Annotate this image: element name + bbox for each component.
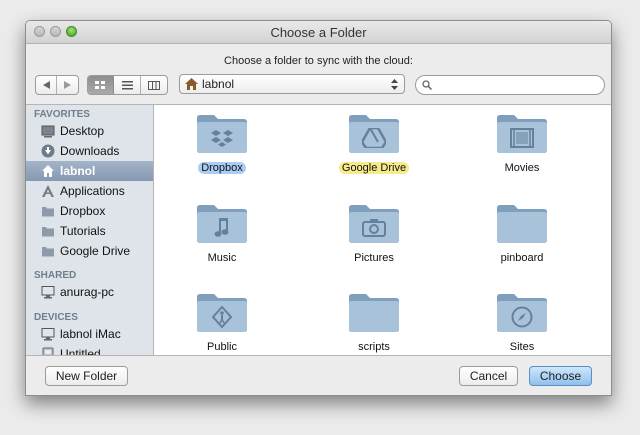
sidebar-item-applications[interactable]: Applications bbox=[26, 181, 153, 201]
location-label: labnol bbox=[202, 77, 235, 91]
compass-icon bbox=[495, 298, 549, 336]
folder-item[interactable]: Music bbox=[162, 199, 282, 279]
search-icon bbox=[422, 80, 432, 90]
sidebar-item-tutorials[interactable]: Tutorials bbox=[26, 221, 153, 241]
folder-label: pinboard bbox=[500, 252, 544, 264]
columns-icon bbox=[148, 80, 160, 90]
choose-button[interactable]: Choose bbox=[529, 366, 592, 386]
sidebar-item-labnol[interactable]: labnol bbox=[26, 161, 153, 181]
dropbox-icon bbox=[195, 119, 249, 157]
back-arrow-icon bbox=[42, 81, 50, 89]
folder-item[interactable]: Google Drive bbox=[314, 109, 434, 189]
folder-icon bbox=[347, 298, 401, 336]
title-bar: Choose a Folder bbox=[26, 21, 611, 44]
folder-item[interactable]: Sites bbox=[462, 288, 582, 355]
icon-view-button[interactable] bbox=[88, 76, 114, 94]
shared-header: SHARED bbox=[34, 270, 77, 281]
devices-header: DEVICES bbox=[34, 312, 78, 323]
folder-label: Google Drive bbox=[338, 162, 410, 174]
folder-label: Pictures bbox=[354, 252, 394, 264]
sidebar-item-dropbox[interactable]: Dropbox bbox=[26, 201, 153, 221]
applications-icon bbox=[42, 185, 54, 197]
folder-icon bbox=[42, 207, 54, 217]
search-input[interactable] bbox=[436, 78, 600, 94]
search-field[interactable] bbox=[415, 75, 605, 95]
list-icon bbox=[121, 80, 133, 89]
sidebar-item-downloads[interactable]: Downloads bbox=[26, 141, 153, 161]
sidebar-item-desktop[interactable]: Desktop bbox=[26, 121, 153, 141]
folder-label: Public bbox=[207, 341, 237, 353]
history-nav bbox=[35, 75, 79, 95]
home-icon bbox=[42, 165, 54, 177]
pc-icon bbox=[41, 286, 55, 299]
icon-grid-icon bbox=[95, 80, 105, 89]
folder-label: Dropbox bbox=[198, 162, 246, 174]
imac-icon bbox=[41, 328, 55, 341]
folder-icon bbox=[42, 247, 54, 257]
public-icon bbox=[195, 298, 249, 336]
folder-item[interactable]: Movies bbox=[462, 109, 582, 189]
folder-item[interactable]: pinboard bbox=[462, 199, 582, 279]
folder-label: Music bbox=[207, 252, 237, 264]
folder-label: Sites bbox=[509, 341, 535, 353]
window-title: Choose a Folder bbox=[270, 25, 367, 40]
location-popup[interactable]: labnol bbox=[179, 74, 405, 94]
sidebar-item-google-drive[interactable]: Google Drive bbox=[26, 241, 153, 261]
folder-item[interactable]: Public bbox=[162, 288, 282, 355]
film-icon bbox=[495, 119, 549, 157]
forward-arrow-icon bbox=[64, 81, 71, 89]
google-drive-icon bbox=[347, 119, 401, 157]
disk-icon bbox=[42, 347, 54, 355]
folder-item[interactable]: scripts bbox=[314, 288, 434, 355]
music-note-icon bbox=[195, 209, 249, 247]
list-view-button[interactable] bbox=[114, 76, 141, 94]
dialog-footer: New Folder Cancel Choose bbox=[26, 355, 611, 395]
back-button[interactable] bbox=[36, 76, 57, 94]
folder-browser: Dropbox Google Drive Movies Music Pictures pi… bbox=[154, 104, 611, 355]
folder-item[interactable]: Pictures bbox=[314, 199, 434, 279]
choose-folder-dialog: Choose a Folder Choose a folder to sync … bbox=[25, 20, 612, 396]
downloads-icon bbox=[41, 144, 55, 158]
sidebar-item-anurag-pc[interactable]: anurag-pc bbox=[26, 282, 153, 302]
new-folder-button[interactable]: New Folder bbox=[45, 366, 128, 386]
home-icon bbox=[185, 78, 198, 90]
sidebar: FAVORITES Desktop Downloads labnol Appli… bbox=[26, 104, 154, 355]
folder-icon bbox=[42, 227, 54, 237]
camera-icon bbox=[347, 209, 401, 247]
favorites-header: FAVORITES bbox=[34, 109, 90, 120]
column-view-button[interactable] bbox=[141, 76, 167, 94]
cancel-button[interactable]: Cancel bbox=[459, 366, 518, 386]
desktop-icon bbox=[41, 125, 55, 138]
folder-label: scripts bbox=[358, 341, 390, 353]
chevron-updown-icon bbox=[391, 79, 398, 90]
folder-label: Movies bbox=[504, 162, 540, 174]
folder-item[interactable]: Dropbox bbox=[162, 109, 282, 189]
folder-icon bbox=[495, 209, 549, 247]
sidebar-item-untitled[interactable]: Untitled bbox=[26, 344, 153, 355]
sidebar-item-labnol-imac[interactable]: labnol iMac bbox=[26, 324, 153, 344]
forward-button[interactable] bbox=[57, 76, 78, 94]
view-mode-control bbox=[87, 75, 168, 95]
dialog-prompt: Choose a folder to sync with the cloud: bbox=[224, 55, 413, 67]
